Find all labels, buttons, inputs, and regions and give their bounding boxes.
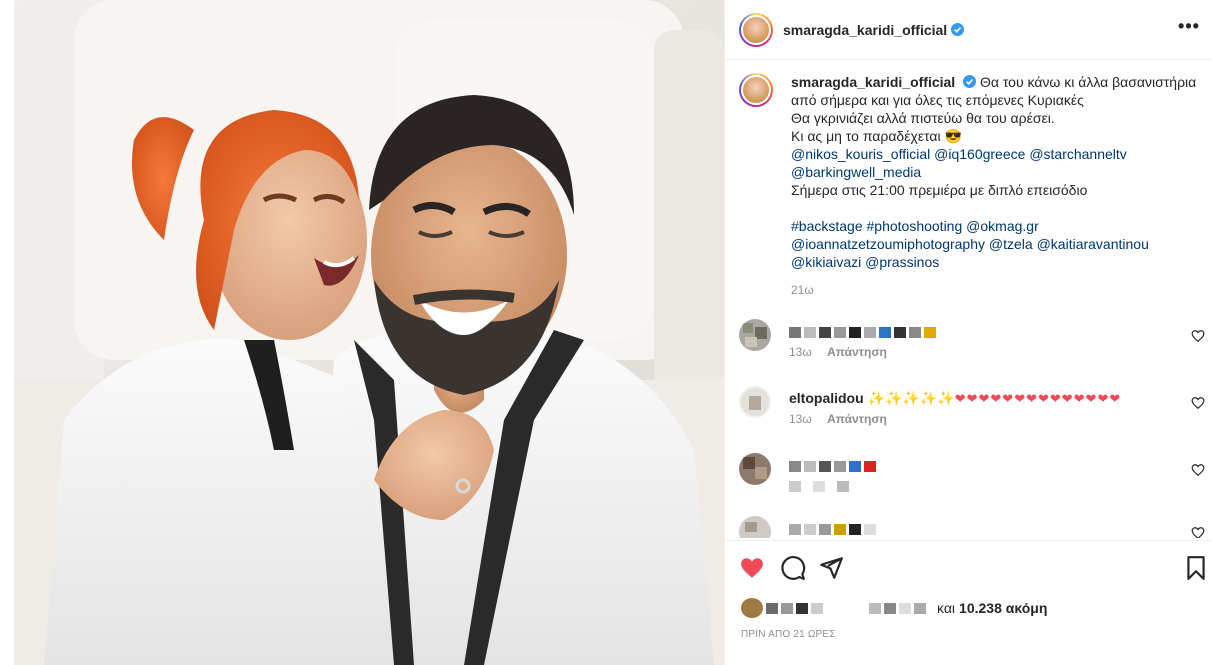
sparkle-emojis: ✨✨✨✨✨ — [867, 390, 955, 406]
likes-and-text: και — [937, 600, 956, 616]
backdrop-edge — [0, 0, 14, 665]
commenter-avatar[interactable] — [739, 386, 771, 418]
post-timestamp[interactable]: ΠΡΙΝ ΑΠΟ 21 ΩΡΕΣ — [741, 629, 836, 640]
caption-line: Θα του κάνω κι άλλα βασανιστήρια — [979, 74, 1197, 90]
heart-outline-icon[interactable] — [1191, 396, 1205, 410]
heart-outline-icon[interactable] — [1191, 526, 1205, 538]
comment-item — [739, 516, 1209, 538]
mention-link[interactable]: @ioannatzetzoumiphotography — [791, 236, 985, 252]
mention-link[interactable]: @prassinos — [865, 254, 939, 270]
heart-filled-icon[interactable] — [739, 555, 765, 581]
reply-button[interactable]: Απάντηση — [827, 412, 887, 426]
commenter-username[interactable]: eltopalidou — [789, 390, 864, 406]
hashtag-link[interactable]: #photoshooting — [867, 218, 963, 234]
comment-item: eltopalidou ✨✨✨✨✨❤❤❤❤❤❤❤❤❤❤❤❤❤❤ 13ω Απάν… — [739, 386, 1209, 442]
caption-line: Κι ας μη το παραδέχεται 😎 — [791, 128, 962, 144]
comment-item — [739, 453, 1209, 509]
speech-bubble-icon[interactable] — [780, 555, 806, 581]
comment-time[interactable]: 13ω — [789, 412, 812, 426]
comment-meta: 13ω Απάντηση — [789, 412, 899, 426]
mention-link[interactable]: @nikos_kouris_official — [791, 146, 930, 162]
reply-button[interactable]: Απάντηση — [827, 345, 887, 359]
instagram-post-modal: smaragda_karidi_official ••• smaragda_ka… — [0, 0, 1212, 665]
bookmark-icon[interactable] — [1183, 555, 1209, 581]
caption-time[interactable]: 21ω — [791, 281, 1201, 299]
mention-link[interactable]: @iq160greece — [934, 146, 1025, 162]
comments-scroll-area[interactable]: smaragda_karidi_official Θα του κάνω κι … — [725, 61, 1212, 538]
post-actions: και 10.238 ακόμη ΠΡΙΝ ΑΠΟ 21 ΩΡΕΣ — [725, 540, 1212, 665]
mention-link[interactable]: @okmag.gr — [966, 218, 1039, 234]
post-photo[interactable] — [14, 0, 724, 665]
mention-link[interactable]: @tzela — [989, 236, 1033, 252]
heart-outline-icon[interactable] — [1191, 329, 1205, 343]
comment-time[interactable]: 13ω — [789, 345, 812, 359]
likes-summary[interactable]: και 10.238 ακόμη — [741, 597, 1047, 619]
mention-link[interactable]: @starchanneltv — [1029, 146, 1126, 162]
comment-meta-redacted — [789, 479, 861, 493]
verified-badge-icon — [951, 23, 965, 36]
heart-outline-icon[interactable] — [1191, 463, 1205, 477]
post-details-panel: smaragda_karidi_official ••• smaragda_ka… — [724, 0, 1212, 665]
commenter-avatar[interactable] — [739, 319, 771, 351]
caption-premiere: Σήμερα στις 21:00 πρεμιέρα με διπλό επει… — [791, 182, 1088, 198]
caption-username[interactable]: smaragda_karidi_official — [791, 74, 955, 90]
post-photo-illustration — [14, 0, 724, 665]
comment-text-redacted — [789, 520, 879, 536]
caption-line: Θα γκρινιάζει αλλά πιστεύω θα του αρέσει… — [791, 110, 1055, 126]
post-caption: smaragda_karidi_official Θα του κάνω κι … — [739, 73, 1209, 299]
heart-emojis: ❤❤❤❤❤❤❤❤❤❤❤❤❤❤ — [954, 391, 1122, 406]
verified-badge-icon — [963, 75, 977, 88]
comment-item: 13ω Απάντηση — [739, 319, 1209, 375]
commenter-avatar[interactable] — [739, 516, 771, 538]
post-header: smaragda_karidi_official ••• — [725, 0, 1212, 60]
caption-author-avatar[interactable] — [739, 73, 773, 107]
hashtag-link[interactable]: #backstage — [791, 218, 863, 234]
mention-link[interactable]: @kikiaivazi — [791, 254, 861, 270]
comment-meta: 13ω Απάντηση — [789, 345, 899, 359]
mention-link[interactable]: @barkingwell_media — [791, 164, 921, 180]
caption-line: από σήμερα και για όλες τις επόμενες Κυρ… — [791, 92, 1084, 108]
author-username[interactable]: smaragda_karidi_official — [783, 22, 947, 38]
likers-avatars-redacted[interactable] — [741, 598, 929, 618]
more-options-button[interactable]: ••• — [1177, 17, 1201, 39]
commenter-avatar[interactable] — [739, 453, 771, 485]
caption-text: smaragda_karidi_official Θα του κάνω κι … — [791, 73, 1201, 299]
paper-plane-icon[interactable] — [818, 555, 844, 581]
mention-link[interactable]: @kaitiaravantinou — [1037, 236, 1149, 252]
author-avatar[interactable] — [739, 12, 773, 47]
comment-text-redacted — [789, 323, 939, 339]
comment-text-redacted — [789, 457, 879, 473]
likes-count[interactable]: 10.238 ακόμη — [959, 600, 1047, 616]
